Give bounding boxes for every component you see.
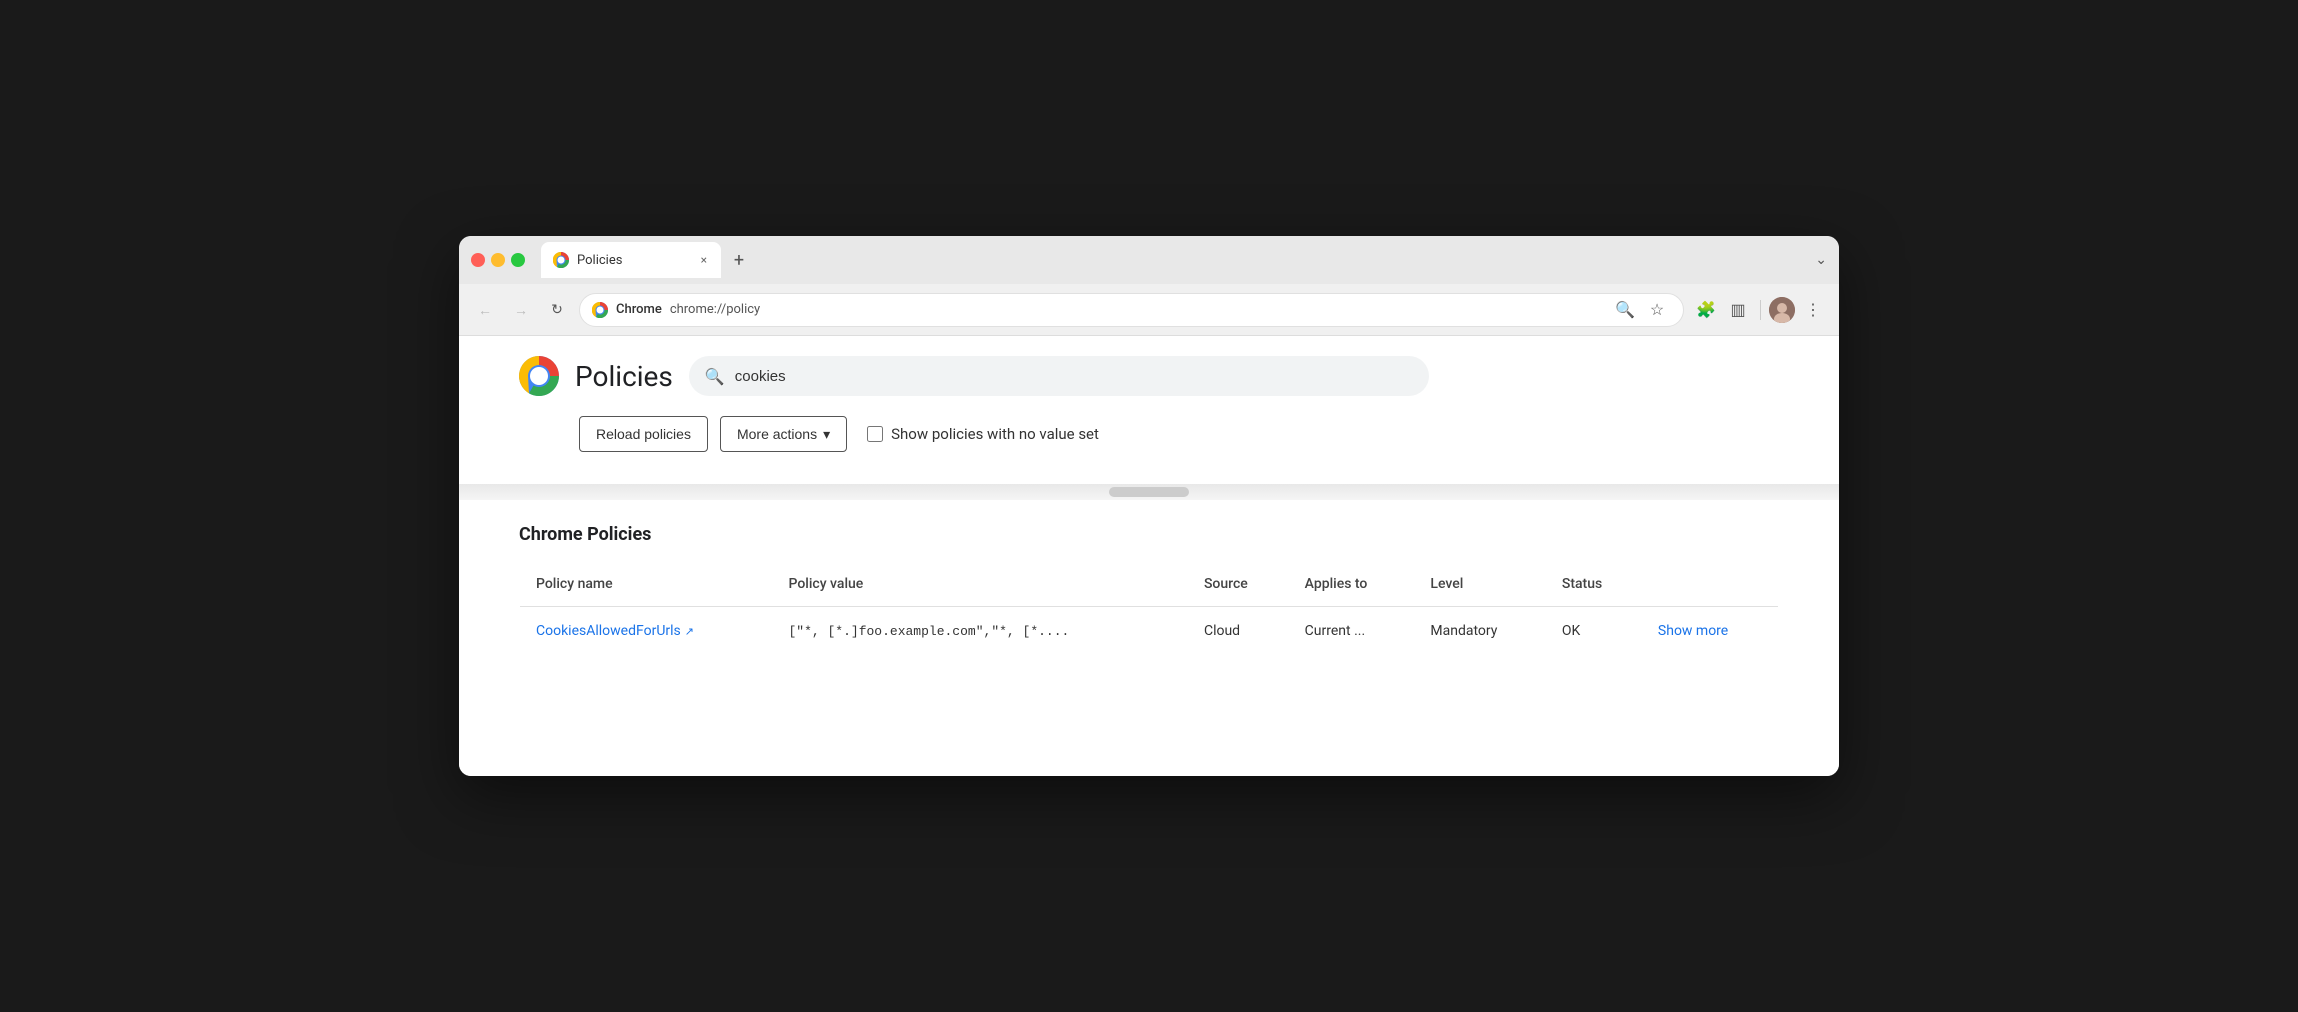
more-actions-label: More actions (737, 426, 817, 442)
title-bar: Policies × + ⌄ (459, 236, 1839, 284)
policy-value-text: ["*, [*.]foo.example.com","*, [*.... (788, 624, 1069, 639)
window-chevron: ⌄ (1815, 252, 1827, 268)
search-icon: 🔍 (705, 367, 725, 386)
more-actions-button[interactable]: More actions ▾ (720, 416, 847, 452)
policy-name-link[interactable]: CookiesAllowedForUrls ↗ (536, 623, 756, 639)
col-source: Source (1188, 562, 1289, 607)
reload-button[interactable]: ↻ (543, 296, 571, 324)
address-source-label: Chrome (616, 302, 662, 317)
forward-button[interactable]: → (507, 296, 535, 324)
show-no-value-label[interactable]: Show policies with no value set (867, 425, 1099, 443)
address-favicon (592, 302, 608, 318)
browser-toolbar: 🧩 ▥ ⋮ (1692, 296, 1827, 324)
back-icon: ← (478, 302, 492, 318)
close-window-button[interactable] (471, 253, 485, 267)
nav-bar: ← → ↻ Chrome chrome://policy 🔍 (459, 284, 1839, 336)
show-more-cell: Show more (1642, 607, 1779, 656)
policy-value-cell: ["*, [*.]foo.example.com","*, [*.... (772, 607, 1187, 656)
new-tab-button[interactable]: + (725, 246, 753, 274)
chrome-policies-title: Chrome Policies (519, 524, 1779, 545)
search-lens-button[interactable]: 🔍 (1611, 296, 1639, 324)
table-row: CookiesAllowedForUrls ↗ ["*, [*.]foo.exa… (520, 607, 1779, 656)
sidebar-icon: ▥ (1730, 300, 1745, 320)
reload-policies-label: Reload policies (596, 426, 691, 442)
reload-icon: ↻ (551, 301, 563, 318)
bookmark-icon: ☆ (1650, 300, 1664, 320)
profile-avatar[interactable] (1769, 297, 1795, 323)
sidebar-button[interactable]: ▥ (1724, 296, 1752, 324)
page-header: Policies 🔍 Reload policies More actions … (459, 336, 1839, 484)
policy-name-cell: CookiesAllowedForUrls ↗ (520, 607, 773, 656)
col-status: Status (1546, 562, 1642, 607)
show-more-link[interactable]: Show more (1658, 623, 1728, 639)
reload-policies-button[interactable]: Reload policies (579, 416, 708, 452)
active-tab[interactable]: Policies × (541, 242, 721, 278)
level-cell: Mandatory (1414, 607, 1545, 656)
show-no-value-checkbox[interactable] (867, 426, 883, 442)
chrome-menu-button[interactable]: ⋮ (1799, 296, 1827, 324)
avatar-image (1769, 297, 1795, 323)
forward-icon: → (514, 302, 528, 318)
extensions-button[interactable]: 🧩 (1692, 296, 1720, 324)
toolbar: Reload policies More actions ▾ Show poli… (519, 416, 1779, 468)
col-policy-value: Policy value (772, 562, 1187, 607)
policy-name-text: CookiesAllowedForUrls (536, 623, 681, 639)
toolbar-separator (1760, 300, 1761, 320)
bookmark-button[interactable]: ☆ (1643, 296, 1671, 324)
page-title-row: Policies 🔍 (519, 356, 1779, 396)
status-cell: OK (1546, 607, 1642, 656)
tab-title: Policies (577, 253, 691, 268)
col-applies-to: Applies to (1289, 562, 1415, 607)
minimize-window-button[interactable] (491, 253, 505, 267)
address-url: chrome://policy (670, 302, 1603, 317)
maximize-window-button[interactable] (511, 253, 525, 267)
scroll-hint (459, 484, 1839, 500)
table-header-row: Policy name Policy value Source Applies … (520, 562, 1779, 607)
source-cell: Cloud (1188, 607, 1289, 656)
show-no-value-text: Show policies with no value set (891, 425, 1099, 443)
page-title: Policies (575, 360, 673, 393)
applies-to-cell: Current ... (1289, 607, 1415, 656)
col-policy-name: Policy name (520, 562, 773, 607)
tab-favicon (553, 252, 569, 268)
more-actions-arrow-icon: ▾ (823, 426, 830, 443)
external-link-icon: ↗ (685, 625, 694, 638)
address-bar[interactable]: Chrome chrome://policy 🔍 ☆ (579, 293, 1684, 327)
browser-window: Policies × + ⌄ ← → ↻ Chrome chrome: (459, 236, 1839, 776)
back-button[interactable]: ← (471, 296, 499, 324)
traffic-lights (471, 253, 525, 267)
col-level: Level (1414, 562, 1545, 607)
chrome-menu-icon: ⋮ (1805, 300, 1821, 320)
page-content: Policies 🔍 Reload policies More actions … (459, 336, 1839, 776)
address-bar-icons: 🔍 ☆ (1611, 296, 1671, 324)
policy-search-input[interactable] (735, 368, 1413, 385)
tab-area: Policies × + (541, 242, 1807, 278)
extensions-icon: 🧩 (1696, 300, 1716, 320)
policy-table: Policy name Policy value Source Applies … (519, 561, 1779, 656)
col-actions (1642, 562, 1779, 607)
tab-close-button[interactable]: × (699, 251, 709, 269)
scroll-knob (1109, 487, 1189, 497)
search-lens-icon: 🔍 (1615, 300, 1635, 320)
policy-search-box[interactable]: 🔍 (689, 356, 1429, 396)
policies-section: Chrome Policies Policy name Policy value… (459, 500, 1839, 680)
chrome-logo (519, 356, 559, 396)
